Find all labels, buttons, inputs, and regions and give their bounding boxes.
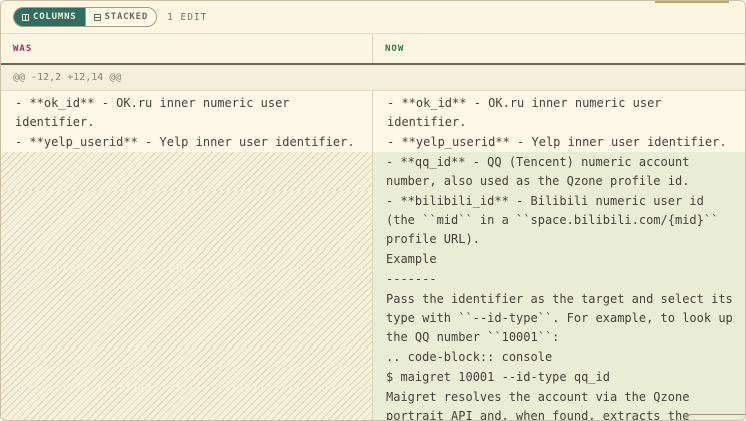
scroll-corner-decoration — [685, 414, 745, 420]
empty-old-line — [1, 367, 373, 387]
added-line: .. code-block:: console — [373, 347, 745, 367]
was-column-header: WAS — [1, 34, 373, 63]
hunk-header: @@ -12,2 +12,14 @@ — [1, 65, 745, 91]
edit-count: 1 EDIT — [167, 11, 208, 23]
diff-row: - **ok_id** - OK.ru inner numeric user i… — [1, 91, 745, 132]
now-column-header: NOW — [385, 43, 405, 54]
added-line: Pass the identifier as the target and se… — [373, 289, 745, 347]
added-line: $ maigret 10001 --id-type qq_id — [373, 367, 745, 387]
old-line: - **yelp_userid** - Yelp inner user iden… — [1, 132, 373, 152]
stacked-view-button[interactable]: STACKED — [84, 8, 157, 26]
column-headers: WAS NOW — [1, 34, 745, 65]
columns-view-button[interactable]: COLUMNS — [14, 8, 85, 26]
added-line: ------- — [373, 269, 745, 289]
diff-row-added: Maigret resolves the account via the Qzo… — [1, 387, 745, 420]
columns-icon — [22, 13, 29, 21]
added-line: Example — [373, 249, 745, 269]
empty-old-line — [1, 347, 373, 367]
diff-toolbar: COLUMNS STACKED 1 EDIT — [1, 1, 745, 34]
empty-old-line — [1, 387, 373, 420]
stacked-view-label: STACKED — [104, 12, 149, 22]
new-line: - **yelp_userid** - Yelp inner user iden… — [373, 132, 745, 152]
empty-old-line — [1, 289, 373, 347]
new-line: - **ok_id** - OK.ru inner numeric user i… — [373, 91, 745, 132]
diff-viewer: COLUMNS STACKED 1 EDIT WAS NOW @@ -12,2 … — [0, 0, 746, 421]
diff-row-added: Example — [1, 249, 745, 269]
diff-row-added: - **bilibili_id** - Bilibili numeric use… — [1, 191, 745, 249]
diff-row-added: $ maigret 10001 --id-type qq_id — [1, 367, 745, 387]
stacked-icon — [93, 13, 101, 21]
columns-view-label: COLUMNS — [33, 12, 77, 22]
diff-row-added: - **qq_id** - QQ (Tencent) numeric accou… — [1, 152, 745, 191]
added-line: - **bilibili_id** - Bilibili numeric use… — [373, 191, 745, 249]
corner-decoration — [655, 1, 729, 3]
view-mode-toggle: COLUMNS STACKED — [13, 7, 158, 27]
empty-old-line — [1, 191, 373, 249]
diff-row: - **yelp_userid** - Yelp inner user iden… — [1, 132, 745, 152]
diff-row-added: .. code-block:: console — [1, 347, 745, 367]
diff-row-added: Pass the identifier as the target and se… — [1, 289, 745, 347]
old-line: - **ok_id** - OK.ru inner numeric user i… — [1, 91, 373, 132]
diff-row-added: ------- — [1, 269, 745, 289]
added-line: - **qq_id** - QQ (Tencent) numeric accou… — [373, 152, 745, 191]
diff-rows: - **ok_id** - OK.ru inner numeric user i… — [1, 91, 745, 420]
empty-old-line — [1, 269, 373, 289]
empty-old-line — [1, 249, 373, 269]
empty-old-line — [1, 152, 373, 191]
